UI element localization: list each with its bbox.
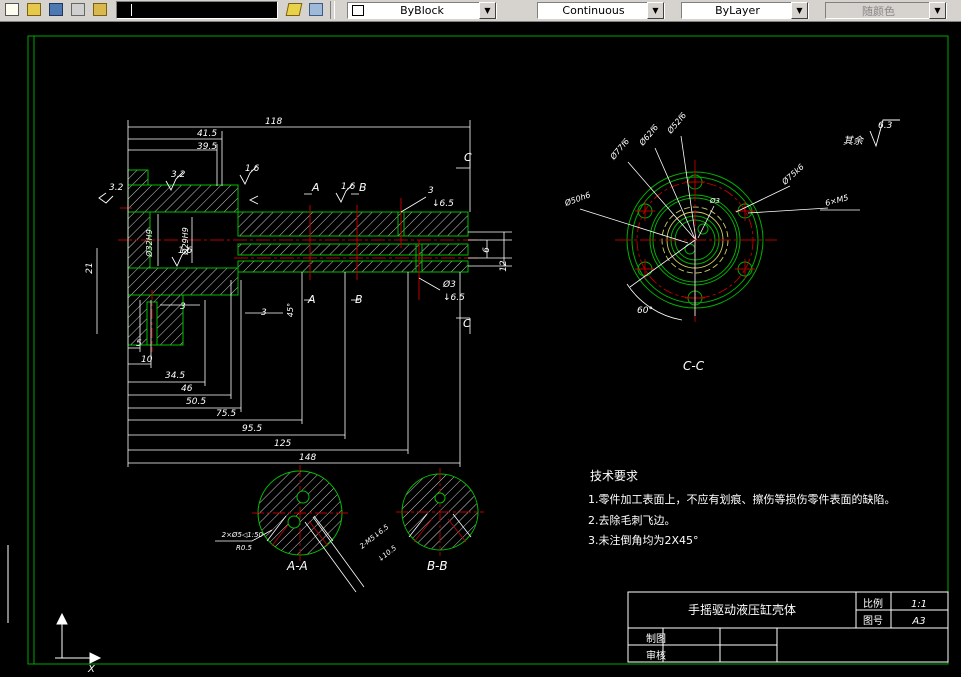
dim-label: Ø50h6: [562, 189, 591, 208]
section-cut-label: A: [307, 293, 316, 306]
dim-label: 3: [180, 302, 186, 312]
dim-label: 3: [261, 308, 267, 318]
dim-label: 41.5: [197, 129, 217, 139]
dim-label: 10: [141, 355, 153, 365]
dim-label: 12: [499, 260, 509, 272]
roughness-value: 1.6: [245, 164, 260, 174]
section-view-label: A-A: [286, 559, 308, 573]
dim-label: 5: [136, 339, 142, 349]
dim-label: ↓6.5: [432, 199, 454, 209]
circular-view: [579, 135, 860, 322]
scale-label: 比例: [863, 597, 883, 610]
roughness-value: 3.2: [171, 170, 186, 180]
section-view-label: B-B: [427, 559, 448, 573]
dwgno-label: 图号: [863, 615, 883, 627]
dim-label: 39.5: [197, 142, 217, 152]
drawn-label: 制图: [646, 632, 666, 645]
dim-label: Ø3: [709, 197, 720, 205]
dim-label: 50.5: [186, 397, 206, 407]
part-title: 手摇驱动液压缸壳体: [688, 602, 796, 617]
section-cut-label: B: [359, 181, 367, 194]
dim-label: Ø3: [442, 279, 456, 290]
dim-label: 148: [299, 453, 316, 463]
tech-req-item: 2.去除毛刺飞边。: [588, 513, 676, 527]
section-cut-label: B: [355, 293, 363, 306]
section-cut-label: C: [464, 151, 472, 164]
dim-label: 46: [181, 384, 193, 394]
dim-label: 34.5: [165, 371, 185, 381]
section-view-label: C-C: [683, 359, 705, 373]
check-label: 审核: [646, 649, 666, 662]
dim-label: Ø77f6: [607, 136, 631, 162]
section-cut-label: A: [311, 181, 320, 194]
dim-label: Ø52f6: [664, 110, 688, 136]
autocad-window: ByBlock ▼ Continuous ▼ ByLayer ▼ 随颜色 ▼ 技…: [0, 0, 961, 677]
tech-req-item: 3.未注倒角均为2X45°: [588, 533, 699, 547]
roughness-value: 6.3: [878, 121, 893, 131]
dim-label: 2×Ø5◁1:50: [222, 531, 264, 539]
dim-label: ↓10.5: [376, 544, 398, 564]
dim-label: 95.5: [242, 424, 262, 434]
dim-label: 6×M5: [824, 193, 849, 208]
dim-label: 21: [85, 262, 95, 273]
dim-label: 45°: [286, 303, 295, 317]
dim-label: Ø75k6: [779, 162, 806, 188]
tech-req-title: 技术要求: [590, 469, 638, 483]
dim-label: 118: [265, 117, 282, 127]
roughness-value: 1.6: [341, 182, 356, 192]
scale-value: 1:1: [911, 599, 927, 610]
dim-label: 2-M5↓6.5: [358, 523, 391, 551]
section-cut-label: C: [463, 317, 471, 330]
dwgno-value: A3: [911, 616, 925, 627]
dim-label: Ø62f6: [636, 122, 660, 148]
dim-label: 75.5: [216, 409, 236, 419]
dim-label: ↓6.5: [443, 293, 465, 303]
drawing-canvas[interactable]: 技术要求 1.零件加工表面上，不应有划痕、擦伤等损伤零件表面的缺陷。 2.去除毛…: [0, 0, 961, 677]
section-bb: [396, 468, 484, 556]
ucs-x-label: X: [87, 664, 96, 675]
dim-label: Ø29H9: [180, 227, 190, 256]
dim-label: 60°: [637, 306, 653, 316]
dim-label: R0.5: [236, 544, 253, 552]
dim-label: Ø32H9: [144, 229, 154, 258]
title-block: 手摇驱动液压缸壳体 比例 1:1 图号 A3 制图 审核: [627, 591, 949, 663]
drawing-frame: [27, 35, 949, 665]
tech-req-item: 1.零件加工表面上，不应有划痕、擦伤等损伤零件表面的缺陷。: [588, 492, 896, 506]
dim-label: 6: [482, 247, 492, 253]
dim-label: 125: [274, 439, 291, 449]
dim-label: 3: [428, 186, 434, 196]
surface-note: 其余: [843, 135, 865, 147]
roughness-value: 3.2: [109, 183, 124, 193]
technical-requirements: 技术要求 1.零件加工表面上，不应有划痕、擦伤等损伤零件表面的缺陷。 2.去除毛…: [588, 469, 896, 547]
ucs-icon: [7, 545, 102, 664]
